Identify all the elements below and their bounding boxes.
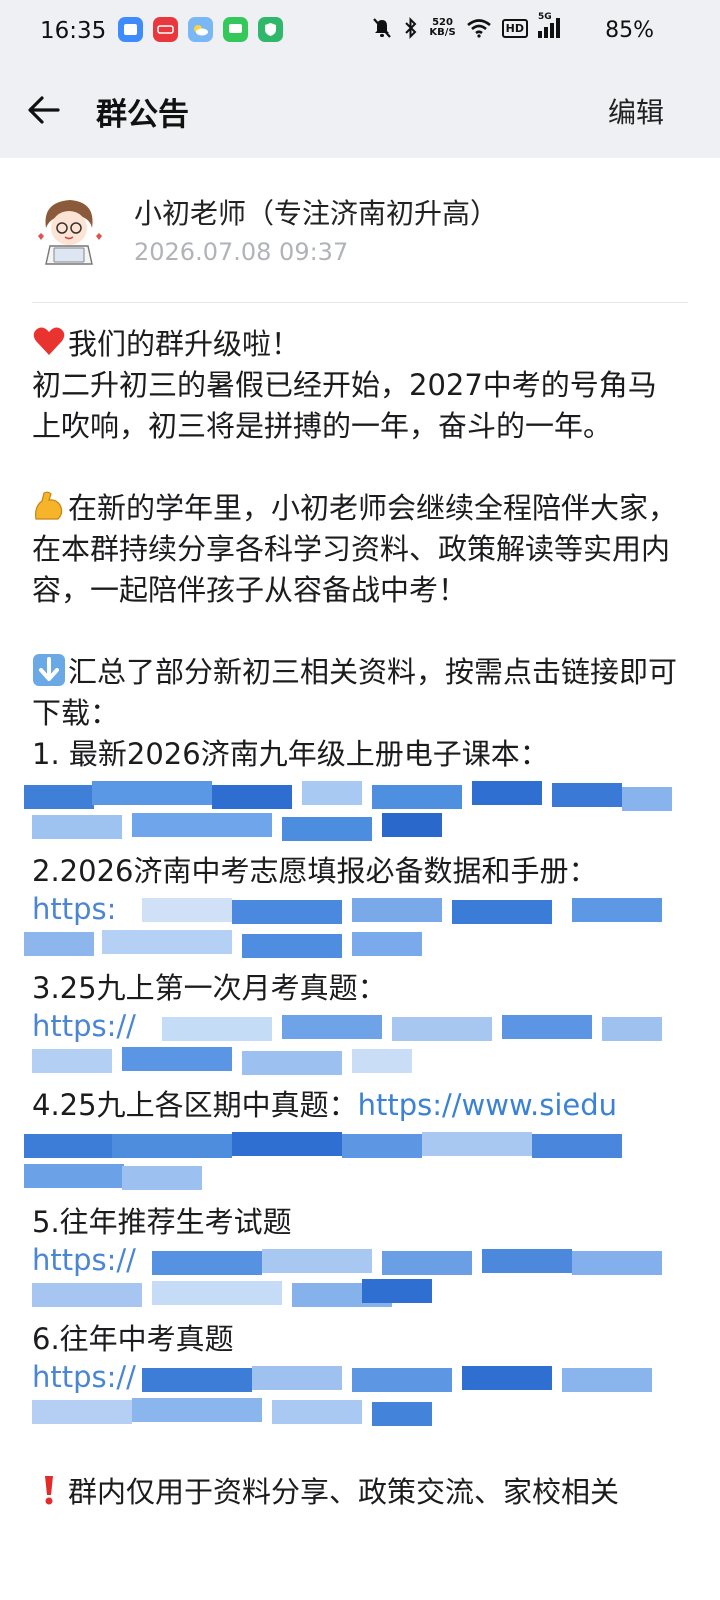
- app-notification-icon: [153, 17, 178, 42]
- title-bar: 群公告 编辑: [0, 64, 720, 158]
- service-paragraph: 在新的学年里，小初老师会继续全程陪伴大家，在本群持续分享各科学习资料、政策解读等…: [32, 491, 678, 607]
- blurred-download-link[interactable]: [24, 777, 680, 847]
- avatar[interactable]: [32, 192, 108, 268]
- wifi-icon: [466, 19, 491, 38]
- back-arrow-icon[interactable]: [26, 92, 62, 128]
- blurred-download-link[interactable]: https://: [32, 1245, 680, 1315]
- material-item: 2.2026济南中考志愿填报必备数据和手册：: [32, 854, 598, 888]
- announcement-body: 我们的群升级啦！ 初二升初三的暑假已经开始，2027中考的号角马上吹响，初三将是…: [24, 324, 680, 1513]
- post-timestamp: 2026.07.08 09:37: [134, 238, 349, 266]
- rules-paragraph: 群内仅用于资料分享、政策交流、家校相关: [32, 1472, 680, 1513]
- red-heart-icon: [33, 327, 65, 355]
- blurred-download-link[interactable]: https://: [32, 1011, 680, 1081]
- top-bar: 16:35 520 KB/S HD 5G 85% 群公告 编辑: [0, 0, 720, 158]
- blurred-download-link[interactable]: https:: [24, 894, 680, 964]
- hd-badge: HD: [501, 18, 528, 38]
- material-item: 5.往年推荐生考试题: [32, 1205, 292, 1239]
- bluetooth-icon: [405, 17, 417, 39]
- down-arrow-icon: [33, 654, 65, 686]
- announcement-header: 小初老师（专注济南初升高） 2026.07.08 09:37: [32, 182, 688, 303]
- intro-paragraph: 初二升初三的暑假已经开始，2027中考的号角马上吹响，初三将是拼搏的一年，奋斗的…: [32, 368, 657, 443]
- announcement-heading: 我们的群升级啦！: [32, 324, 680, 365]
- security-notification-icon: [258, 17, 283, 42]
- download-link[interactable]: https://www.siedu: [358, 1088, 617, 1122]
- mute-icon: [373, 18, 392, 38]
- message-notification-icon: [223, 17, 248, 42]
- material-item: 4.25九上各区期中真题：https://www.siedu: [32, 1088, 618, 1122]
- battery-level: 85%: [605, 18, 654, 43]
- materials-intro: 汇总了部分新初三相关资料，按需点击链接即可下载：: [32, 654, 678, 730]
- status-indicators: 520 KB/S HD 5G: [371, 12, 560, 39]
- edit-button[interactable]: 编辑: [608, 91, 664, 131]
- page-title: 群公告: [96, 97, 189, 133]
- status-bar: 16:35 520 KB/S HD 5G 85%: [0, 0, 720, 64]
- notification-icons: [118, 17, 283, 42]
- status-time: 16:35: [40, 18, 107, 44]
- material-item: 1. 最新2026济南九年级上册电子课本：: [32, 737, 549, 771]
- material-item: 3.25九上第一次月考真题：: [32, 971, 387, 1005]
- app-notification-icon: [118, 17, 143, 42]
- material-item: 6.往年中考真题: [32, 1322, 234, 1356]
- red-exclamation-icon: [45, 1476, 53, 1505]
- blurred-download-link[interactable]: [24, 1128, 680, 1198]
- network-speed: 520 KB/S: [429, 17, 456, 38]
- signal-icon: 5G: [538, 12, 560, 38]
- weather-notification-icon: [188, 17, 213, 42]
- poster-name: 小初老师（专注济南初升高）: [134, 197, 499, 230]
- blurred-download-link[interactable]: https://: [32, 1362, 680, 1432]
- flexed-biceps-icon: [35, 491, 63, 520]
